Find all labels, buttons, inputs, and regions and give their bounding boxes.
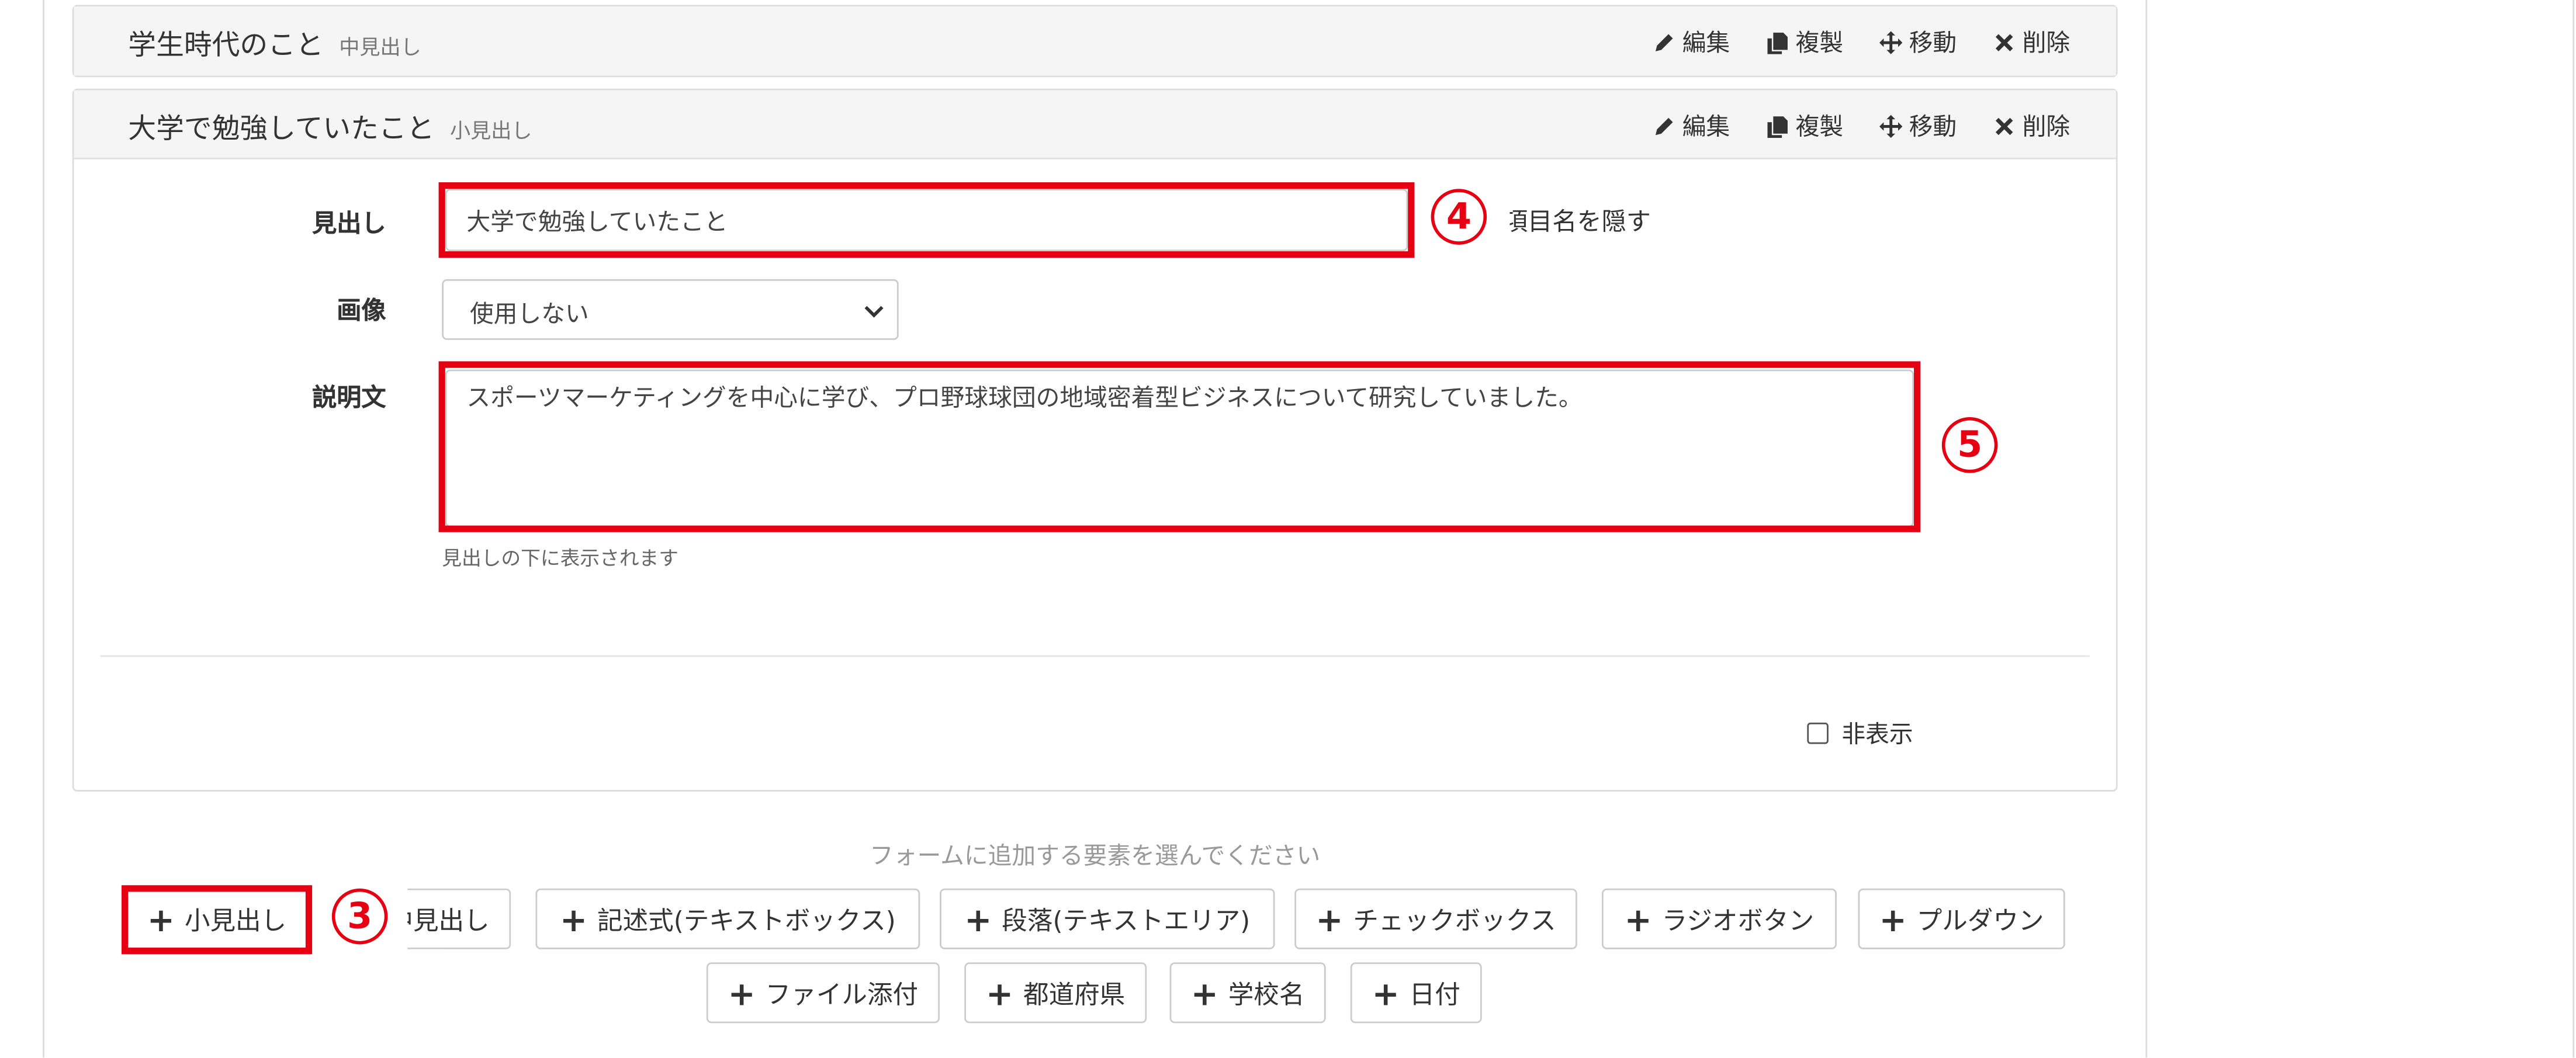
add-file-button[interactable]: + ファイル添付 bbox=[706, 962, 940, 1024]
plus-icon: + bbox=[1372, 973, 1400, 1013]
heading-input[interactable] bbox=[445, 189, 1408, 252]
section-title: 学生時代のこと 中見出し bbox=[128, 22, 421, 63]
plus-icon: + bbox=[1315, 899, 1344, 939]
hide-label-text: 項目名を隠す bbox=[1509, 204, 1651, 238]
image-label: 画像 bbox=[337, 296, 386, 325]
hide-label-text-value: 項目名を隠す bbox=[1509, 207, 1651, 237]
image-select[interactable]: 使用しない bbox=[442, 279, 899, 340]
pencil-icon bbox=[1655, 33, 1673, 51]
button-label: チェックボックス bbox=[1353, 906, 1556, 935]
duplicate-label: 複製 bbox=[1795, 115, 1844, 141]
copy-icon bbox=[1767, 32, 1788, 54]
plus-icon: + bbox=[964, 899, 992, 939]
divider bbox=[100, 655, 2090, 657]
heading-label: 見出し bbox=[312, 209, 386, 238]
plus-icon: + bbox=[147, 900, 175, 940]
plus-icon: + bbox=[1879, 899, 1907, 939]
section-actions: 編集 複製 移動 削除 bbox=[1653, 109, 2070, 143]
section-header[interactable]: 大学で勉強していたこと 小見出し 編集 複製 移動 削除 bbox=[74, 90, 2116, 159]
section-type: 小見出し bbox=[450, 118, 532, 143]
move-icon bbox=[1879, 30, 1903, 54]
pencil-icon bbox=[1655, 117, 1673, 134]
description-text: スポーツマーケティングを中心に学び、プロ野球球団の地域密着型ビジネスについて研究… bbox=[466, 386, 1583, 412]
frame-border bbox=[43, 0, 44, 1058]
delete-button[interactable]: 削除 bbox=[1993, 25, 2070, 59]
hidden-checkbox[interactable] bbox=[1807, 722, 1829, 744]
add-subheading-button[interactable]: + 小見出し bbox=[122, 885, 313, 955]
add-element-prompt: フォームに追加する要素を選んでください bbox=[870, 844, 1321, 870]
copy-icon bbox=[1767, 115, 1788, 137]
marker-5: 5 bbox=[1941, 417, 1998, 473]
image-select-value: 使用しない bbox=[470, 302, 589, 329]
hidden-label: 非表示 bbox=[1841, 722, 1913, 749]
section-title-text: 学生時代のこと bbox=[128, 29, 324, 63]
move-label: 移動 bbox=[1909, 115, 1957, 141]
move-button[interactable]: 移動 bbox=[1879, 109, 1957, 143]
add-midheading-button[interactable]: 中見出し bbox=[407, 888, 511, 949]
button-label: 都道府県 bbox=[1023, 979, 1126, 1010]
plus-icon: + bbox=[560, 899, 588, 939]
edit-button[interactable]: 編集 bbox=[1653, 109, 1730, 143]
duplicate-button[interactable]: 複製 bbox=[1766, 109, 1843, 143]
delete-button[interactable]: 削除 bbox=[1993, 109, 2070, 143]
description-hint: 見出しの下に表示されます bbox=[442, 547, 679, 570]
frame-border bbox=[2145, 0, 2148, 1058]
button-label: ラジオボタン bbox=[1661, 906, 1815, 935]
section-header[interactable]: 学生時代のこと 中見出し 編集 複製 移動 削除 bbox=[74, 6, 2116, 76]
button-label: 中見出し bbox=[407, 906, 490, 935]
section-actions: 編集 複製 移動 削除 bbox=[1653, 25, 2070, 59]
move-label: 移動 bbox=[1909, 31, 1957, 58]
add-date-button[interactable]: + 日付 bbox=[1350, 962, 1482, 1024]
button-label: 日付 bbox=[1409, 979, 1460, 1010]
marker-3: 3 bbox=[331, 888, 388, 945]
add-checkbox-button[interactable]: + チェックボックス bbox=[1294, 888, 1577, 949]
section-card-expanded: 大学で勉強していたこと 小見出し 編集 複製 移動 削除 見出し 大学で勉強して… bbox=[72, 88, 2118, 792]
add-prefecture-button[interactable]: + 都道府県 bbox=[964, 962, 1147, 1024]
plus-icon: + bbox=[1190, 973, 1218, 1013]
marker-4: 4 bbox=[1431, 189, 1487, 245]
duplicate-label: 複製 bbox=[1795, 31, 1844, 58]
edit-button[interactable]: 編集 bbox=[1653, 25, 1730, 59]
close-icon bbox=[1995, 117, 2013, 134]
add-school-button[interactable]: + 学校名 bbox=[1169, 962, 1326, 1024]
button-label: 段落(テキストエリア) bbox=[1002, 906, 1251, 935]
add-dropdown-button[interactable]: + プルダウン bbox=[1858, 888, 2065, 949]
button-label: 学校名 bbox=[1228, 979, 1305, 1010]
description-textarea[interactable]: スポーツマーケティングを中心に学び、プロ野球球団の地域密着型ビジネスについて研究… bbox=[445, 369, 1914, 528]
add-radio-button[interactable]: + ラジオボタン bbox=[1601, 888, 1837, 949]
description-label: 説明文 bbox=[312, 383, 386, 412]
button-label: 小見出し bbox=[184, 906, 287, 936]
delete-label: 削除 bbox=[2022, 31, 2071, 58]
edit-label: 編集 bbox=[1682, 31, 1730, 58]
plus-icon: + bbox=[1624, 899, 1652, 939]
chevron-down-icon bbox=[864, 306, 884, 318]
hidden-toggle[interactable]: 非表示 bbox=[1807, 716, 1913, 751]
duplicate-button[interactable]: 複製 bbox=[1766, 25, 1843, 59]
move-icon bbox=[1879, 114, 1903, 137]
close-icon bbox=[1995, 33, 2013, 51]
move-button[interactable]: 移動 bbox=[1879, 25, 1957, 59]
section-card: 学生時代のこと 中見出し 編集 複製 移動 削除 bbox=[72, 5, 2118, 78]
button-label: ファイル添付 bbox=[765, 979, 919, 1010]
section-title: 大学で勉強していたこと 小見出し bbox=[128, 105, 532, 146]
add-textbox-button[interactable]: + 記述式(テキストボックス) bbox=[535, 888, 920, 949]
plus-icon: + bbox=[986, 973, 1014, 1013]
delete-label: 削除 bbox=[2022, 115, 2071, 141]
frame-border bbox=[2572, 0, 2575, 1058]
button-label: プルダウン bbox=[1916, 906, 2044, 935]
button-label: 記述式(テキストボックス) bbox=[597, 906, 896, 935]
section-title-text: 大学で勉強していたこと bbox=[128, 113, 435, 147]
plus-icon: + bbox=[728, 973, 756, 1013]
form-builder: 学生時代のこと 中見出し 編集 複製 移動 削除 大学で勉強していたこと 小見出… bbox=[0, 0, 2576, 1058]
section-type: 中見出し bbox=[339, 34, 421, 60]
edit-label: 編集 bbox=[1682, 115, 1730, 141]
add-textarea-button[interactable]: + 段落(テキストエリア) bbox=[940, 888, 1275, 949]
